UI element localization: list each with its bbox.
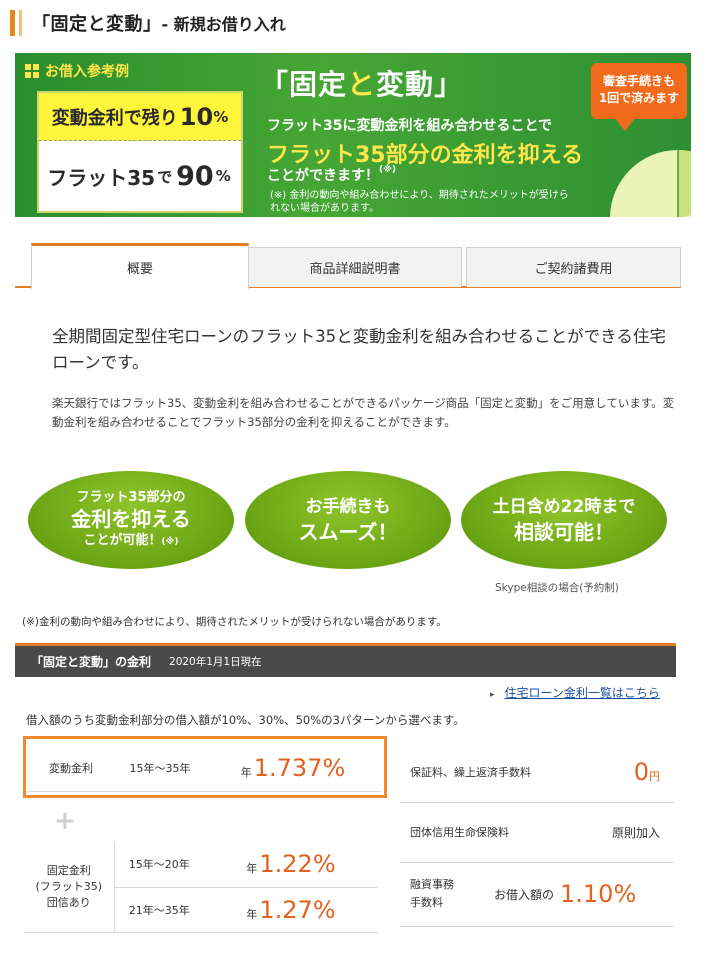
fixed-rate-value: 年1.22% <box>204 842 378 888</box>
table-row: 保証料、繰上返済手数料 0円 <box>400 742 674 803</box>
rates-as-of: 2020年1月1日現在 <box>169 656 262 668</box>
table-row: 団体信用生命保険料 原則加入 <box>400 802 674 863</box>
page-title: 「固定と変動」 - 新規お借り入れ <box>10 8 286 38</box>
fee-prefix: お借入額の <box>494 887 555 902</box>
tab-contract-fees[interactable]: ご契約諸費用 <box>466 247 681 287</box>
feature-smooth-procedure: お手続きも スムーズ！ <box>245 471 451 569</box>
fees-table: 保証料、繰上返済手数料 0円 団体信用生命保険料 原則加入 融資事務 手数料 お… <box>400 742 674 927</box>
page-subtitle: - 新規お借り入れ <box>161 15 286 34</box>
title-accent-bar-light <box>19 10 22 36</box>
fixed-rate-term: 15年～20年 <box>114 842 204 888</box>
fee-value: 1.10% <box>560 880 637 908</box>
fee-label: 団体信用生命保険料 <box>400 802 580 863</box>
fee-label: 融資事務 手数料 <box>410 878 454 909</box>
variable-rate-highlight <box>23 736 387 798</box>
ratio-pie-icon <box>610 150 691 217</box>
rate-list-link[interactable]: 住宅ローン金利一覧はこちら <box>490 684 660 701</box>
loan-fee-row: 融資事務 手数料 お借入額の 1.10% <box>400 862 674 927</box>
callout-badge: 審査手続きも 1回で済みます <box>591 63 687 131</box>
rates-intro: 借入額のうち変動金利部分の借入額が10%、30%、50%の3パターンから選べます… <box>26 713 465 727</box>
feature-lower-rate: フラット35部分の 金利を抑える ことが可能！(※) <box>28 471 234 569</box>
plus-icon: + <box>54 806 76 836</box>
rates-section-header: 「固定と変動」の金利 2020年1月1日現在 <box>15 646 676 677</box>
flat35-ratio: フラット35 で 90% <box>47 160 231 192</box>
title-accent-bar <box>10 10 15 36</box>
fixed-rate-value: 年1.27% <box>204 887 378 933</box>
fee-label: 保証料、繰上返済手数料 <box>400 742 580 803</box>
skype-note: Skype相談の場合(予約制) <box>495 582 619 594</box>
rates-section-title: 「固定と変動」の金利 <box>31 655 152 669</box>
tab-product-details[interactable]: 商品詳細説明書 <box>248 247 462 287</box>
tab-overview[interactable]: 概要 <box>31 243 249 289</box>
banner-line3: ことができます！(※) <box>267 165 396 184</box>
banner-note: (※) 金利の動向や組み合わせにより、期待されたメリットが受けられない場合があり… <box>270 190 569 214</box>
fixed-rate-label: 固定金利 (フラット35) 団信あり <box>24 842 115 933</box>
fixed-rate-table: 固定金利 (フラット35) 団信あり 15年～20年 年1.22% 21年～35… <box>24 842 378 933</box>
description-text: 楽天銀行ではフラット35、変動金利を組み合わせることができるパッケージ商品「固定… <box>52 396 675 429</box>
table-row: 固定金利 (フラット35) 団信あり 15年～20年 年1.22% <box>24 842 378 933</box>
example-rate-box: 変動金利で残り 10% フラット35 で 90% <box>37 91 243 213</box>
fee-value: 原則加入 <box>580 802 674 863</box>
footnote: (※)金利の動向や組み合わせにより、期待されたメリットが受けられない場合がありま… <box>22 616 447 628</box>
lead-text: 全期間固定型住宅ローンのフラット35と変動金利を組み合わせることができる住宅ロー… <box>52 327 666 372</box>
banner-line1: フラット35に変動金利を組み合わせることで <box>267 118 553 134</box>
grid-icon <box>25 64 39 78</box>
fixed-rate-term: 21年～35年 <box>114 887 204 933</box>
banner-brand: 「固定と変動」 <box>260 68 464 101</box>
fee-value: 0円 <box>580 742 674 803</box>
table-row: 融資事務 手数料 お借入額の 1.10% <box>400 862 674 927</box>
feature-consultation-hours: 土日含め22時まで 相談可能！ <box>461 471 667 569</box>
banner-example-label: お借入参考例 <box>25 61 129 81</box>
variable-ratio: 変動金利で残り 10% <box>39 93 241 141</box>
page-title-text: 「固定と変動」 <box>32 14 162 35</box>
tab-bar: 概要 商品詳細説明書 ご契約諸費用 <box>15 243 681 289</box>
promo-banner: お借入参考例 変動金利で残り 10% フラット35 で 90% 「固定と変動」 フラッ… <box>15 53 691 217</box>
